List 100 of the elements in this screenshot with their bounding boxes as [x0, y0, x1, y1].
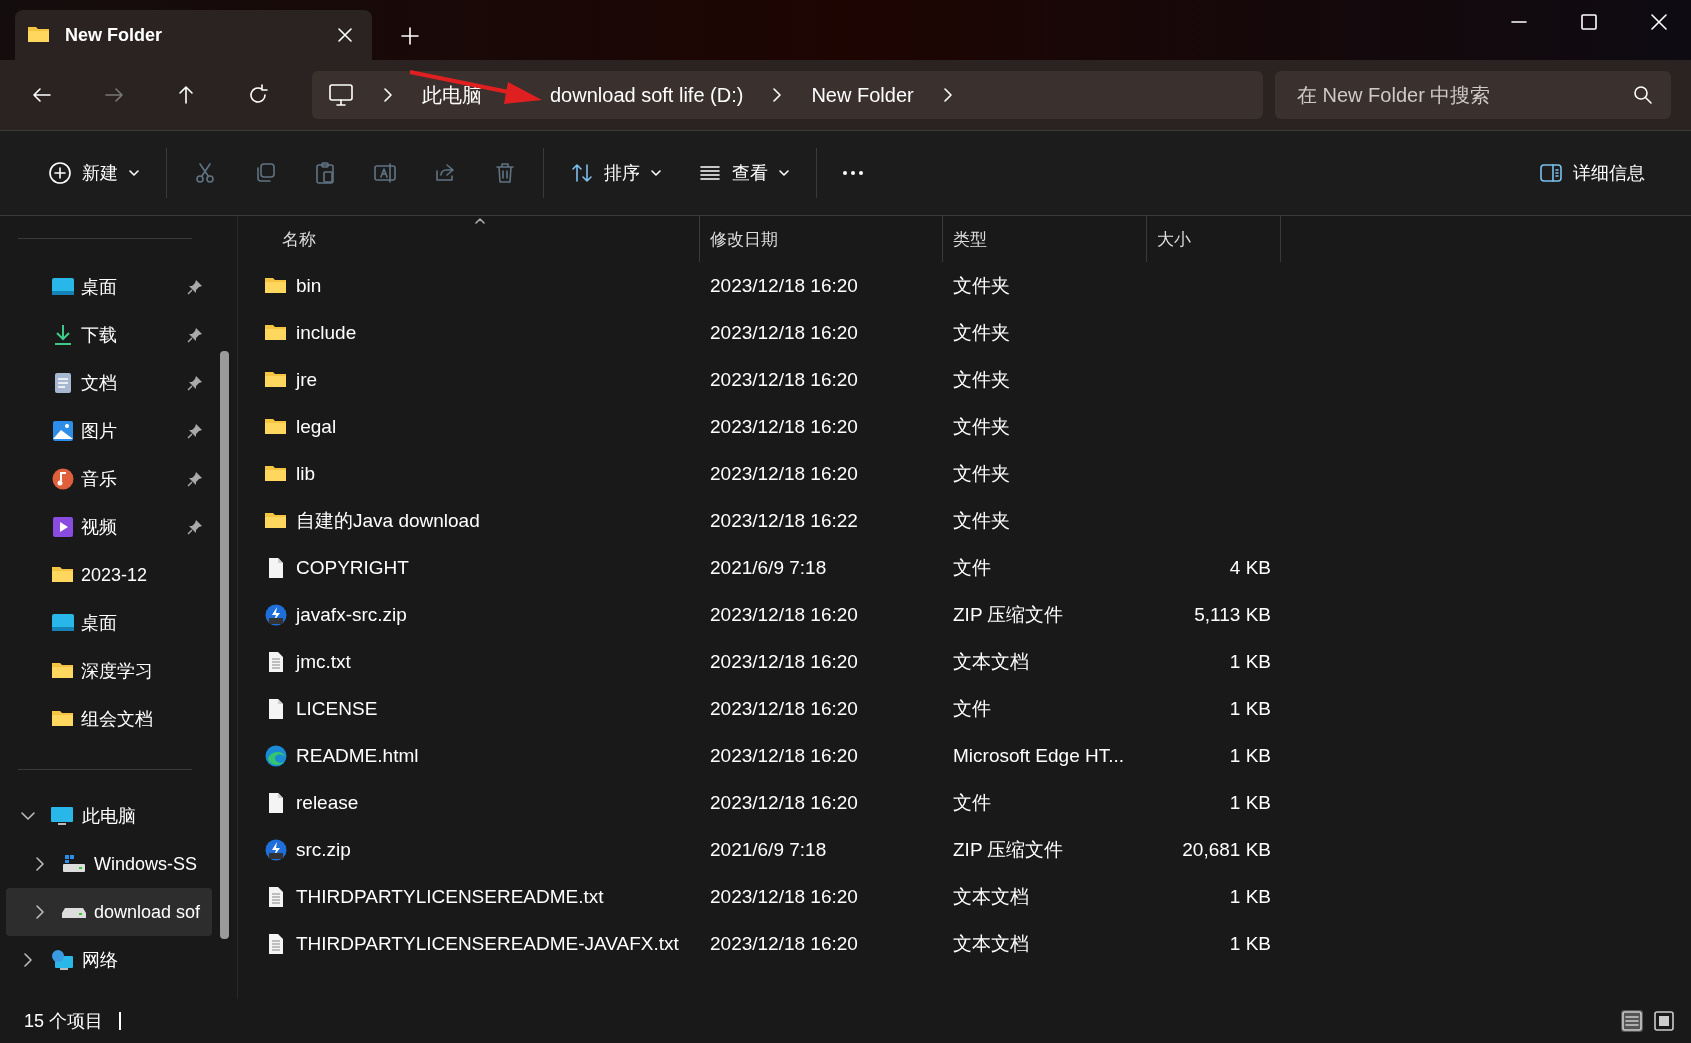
table-cell: 1 KB	[1229, 791, 1271, 814]
file-name[interactable]: include	[296, 321, 357, 344]
table-cell: 1 KB	[1229, 932, 1271, 955]
sidebar-item[interactable]: 图片	[6, 407, 212, 455]
breadcrumb-item[interactable]: 此电脑	[422, 81, 482, 109]
table-cell: 2023/12/18 16:20	[710, 932, 858, 955]
file-name[interactable]: bin	[296, 274, 322, 297]
sort-icon	[570, 161, 594, 185]
table-cell: 2023/12/18 16:20	[710, 744, 858, 767]
file-name[interactable]: 自建的Java download	[296, 507, 480, 534]
table-cell-text: 文件夹	[953, 508, 1010, 533]
table-cell-text: 文件	[953, 555, 991, 580]
sidebar-item[interactable]: 深度学习	[6, 647, 212, 695]
table-cell: 2023/12/18 16:20	[710, 603, 858, 626]
table-cell-text: 文件夹	[953, 461, 1010, 486]
tab[interactable]: New Folder	[15, 10, 372, 60]
details-pane-icon	[1539, 161, 1563, 185]
breadcrumb-item[interactable]: New Folder	[811, 83, 914, 107]
close-icon[interactable]	[1649, 12, 1669, 32]
table-cell: 1 KB	[1229, 650, 1271, 673]
table-cell-text: 文件	[953, 696, 991, 721]
table-cell: 2023/12/18 16:20	[710, 697, 858, 720]
add-icon	[48, 161, 72, 185]
file-name[interactable]: release	[296, 791, 359, 814]
table-cell-text: ZIP 压缩文件	[953, 602, 1064, 627]
sort-button[interactable]: 排序	[552, 153, 680, 193]
more-icon	[843, 171, 863, 175]
new-button[interactable]: 新建	[30, 153, 158, 193]
close-tab-icon[interactable]	[336, 26, 354, 44]
sidebar-item[interactable]: 2023-12	[6, 551, 212, 599]
address-bar[interactable]: 此电脑 download soft life (D:) New Folder	[312, 71, 1263, 119]
table-cell: 2023/12/18 16:20	[710, 274, 858, 297]
file-name[interactable]: THIRDPARTYLICENSEREADME.txt	[296, 885, 604, 908]
file-name[interactable]: javafx-src.zip	[296, 603, 407, 626]
tab-title: New Folder	[65, 24, 163, 46]
sidebar-item[interactable]: 桌面	[6, 263, 212, 311]
search-field[interactable]: 在 New Folder 中搜索	[1275, 71, 1671, 119]
video-icon	[51, 515, 75, 539]
scrollbar[interactable]	[220, 351, 229, 939]
trash-icon	[493, 161, 517, 185]
view-button[interactable]: 查看	[680, 153, 808, 193]
sidebar-item[interactable]: 下载	[6, 311, 212, 359]
file-name[interactable]: src.zip	[296, 838, 351, 861]
breadcrumb-item[interactable]: download soft life (D:)	[550, 83, 744, 107]
tiles-view-icon[interactable]	[1653, 1010, 1675, 1032]
details-view-icon[interactable]	[1621, 1010, 1643, 1032]
details-pane-button[interactable]: 详细信息	[1521, 153, 1663, 193]
table-cell-text: 文件夹	[953, 414, 1010, 439]
column-header[interactable]: 名称	[264, 216, 700, 262]
table-cell: 2023/12/18 16:22	[710, 509, 858, 532]
table-cell-text: 文件夹	[953, 273, 1010, 298]
table-cell: 2021/6/9 7:18	[710, 556, 827, 579]
file-name[interactable]: LICENSE	[296, 697, 378, 720]
table-cell: 2021/6/9 7:18	[710, 838, 827, 861]
music-icon	[51, 467, 75, 491]
table-cell: 1 KB	[1229, 885, 1271, 908]
sidebar-item[interactable]: 文档	[6, 359, 212, 407]
table-cell-text: 文本文档	[953, 884, 1029, 909]
sidebar-item[interactable]: 组会文档	[6, 695, 212, 743]
sidebar-item[interactable]: 音乐	[6, 455, 212, 503]
file-name[interactable]: jmc.txt	[296, 650, 351, 673]
zip-file-icon	[264, 602, 288, 627]
sidebar-item[interactable]: 桌面	[6, 599, 212, 647]
new-tab-icon[interactable]	[400, 26, 420, 46]
table-cell: 20,681 KB	[1182, 838, 1271, 861]
zip-file-icon	[264, 837, 288, 862]
cut-icon	[193, 161, 217, 185]
table-cell: 2023/12/18 16:20	[710, 415, 858, 438]
sidebar-item[interactable]: 视频	[6, 503, 212, 551]
maximize-icon[interactable]	[1579, 12, 1599, 32]
table-cell: 1 KB	[1229, 744, 1271, 767]
table-cell: 2023/12/18 16:20	[710, 462, 858, 485]
table-cell: 1 KB	[1229, 697, 1271, 720]
sort-caret-icon	[474, 216, 486, 224]
table-cell-text: ZIP 压缩文件	[953, 837, 1064, 862]
file-name[interactable]: README.html	[296, 744, 419, 767]
table-cell-text: 文本文档	[953, 931, 1029, 956]
search-icon[interactable]	[1633, 85, 1653, 105]
tree-item[interactable]: download sof	[6, 888, 212, 936]
monitor-icon	[328, 82, 354, 108]
paste-icon	[313, 161, 337, 185]
table-cell: 2023/12/18 16:20	[710, 791, 858, 814]
table-cell: 4 KB	[1229, 556, 1271, 579]
file-name[interactable]: lib	[296, 462, 315, 485]
table-cell: 5,113 KB	[1194, 603, 1271, 626]
tree-item[interactable]: Windows-SS	[6, 840, 212, 888]
tree-item[interactable]: 此电脑	[6, 792, 212, 840]
file-name[interactable]: THIRDPARTYLICENSEREADME-JAVAFX.txt	[296, 932, 679, 955]
file-name[interactable]: COPYRIGHT	[296, 556, 409, 579]
edge-icon	[264, 743, 288, 768]
table-cell-text: 文件	[953, 790, 991, 815]
table-cell-text: 文本文档	[953, 649, 1029, 674]
tree-item[interactable]: 网络	[6, 936, 212, 984]
column-header[interactable]: 类型	[943, 216, 1147, 262]
file-name[interactable]: legal	[296, 415, 337, 438]
drive-icon	[62, 906, 86, 918]
table-cell: 2023/12/18 16:20	[710, 650, 858, 673]
file-name[interactable]: jre	[296, 368, 318, 391]
column-header[interactable]: 大小	[1147, 216, 1281, 262]
column-header[interactable]: 修改日期	[700, 216, 943, 262]
